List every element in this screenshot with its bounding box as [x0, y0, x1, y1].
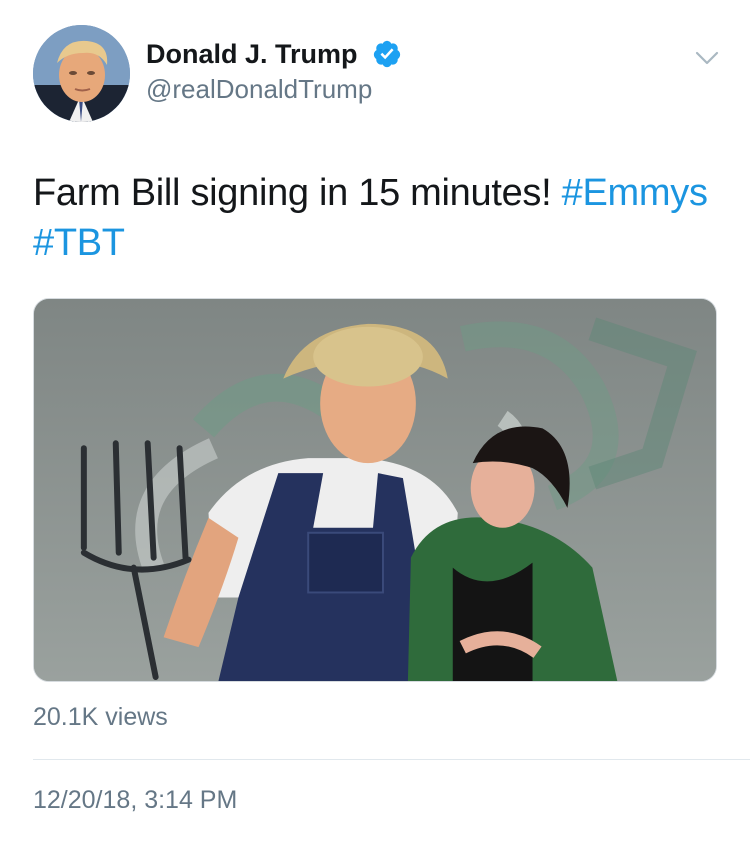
timestamp[interactable]: 12/20/18, 3:14 PM: [33, 785, 237, 815]
divider: [33, 759, 750, 760]
view-count: 20.1K views: [33, 703, 168, 731]
tweet-text: Farm Bill signing in 15 minutes! #Emmys #…: [33, 168, 723, 268]
video-thumbnail[interactable]: [33, 298, 717, 682]
hashtag-link[interactable]: #TBT: [33, 222, 125, 264]
user-handle[interactable]: @realDonaldTrump: [146, 74, 372, 104]
chevron-down-icon[interactable]: [692, 48, 722, 68]
hashtag-link[interactable]: #Emmys: [562, 172, 708, 214]
verified-badge-icon: [373, 40, 401, 68]
display-name[interactable]: Donald J. Trump: [146, 38, 358, 70]
tweet-card: Donald J. Trump @realDonaldTrump Farm Bi…: [0, 0, 750, 843]
avatar[interactable]: [33, 25, 130, 122]
tweet-text-body: Farm Bill signing in 15 minutes!: [33, 172, 562, 214]
